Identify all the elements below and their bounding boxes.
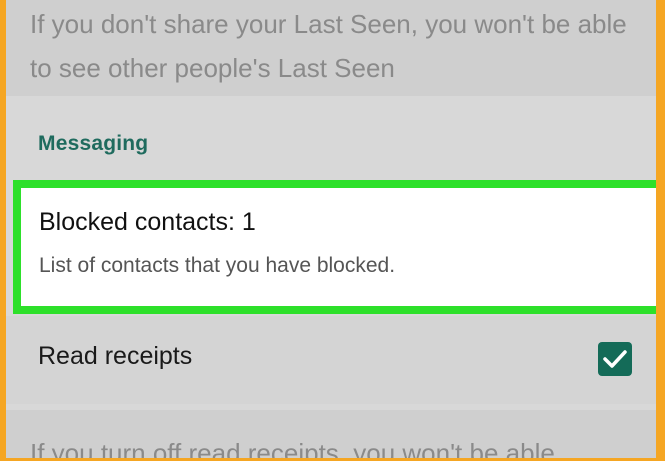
read-receipts-row[interactable]: Read receipts xyxy=(6,316,656,404)
read-receipts-info-text: If you turn off read receipts, you won't… xyxy=(30,438,555,458)
blocked-contacts-subtitle: List of contacts that you have blocked. xyxy=(39,254,396,277)
checkmark-icon xyxy=(603,350,627,368)
messaging-section-title: Messaging xyxy=(38,132,149,155)
privacy-settings-screen: If you don't share your Last Seen, you w… xyxy=(6,0,656,458)
last-seen-info-panel: If you don't share your Last Seen, you w… xyxy=(6,0,656,96)
read-receipts-label: Read receipts xyxy=(38,342,193,370)
last-seen-info-text: If you don't share your Last Seen, you w… xyxy=(30,9,627,83)
blocked-contacts-title: Blocked contacts: 1 xyxy=(39,208,256,236)
read-receipts-info-panel: If you turn off read receipts, you won't… xyxy=(6,410,656,458)
blocked-contacts-item[interactable]: Blocked contacts: 1 List of contacts tha… xyxy=(13,180,656,314)
read-receipts-checkbox[interactable] xyxy=(598,342,632,376)
